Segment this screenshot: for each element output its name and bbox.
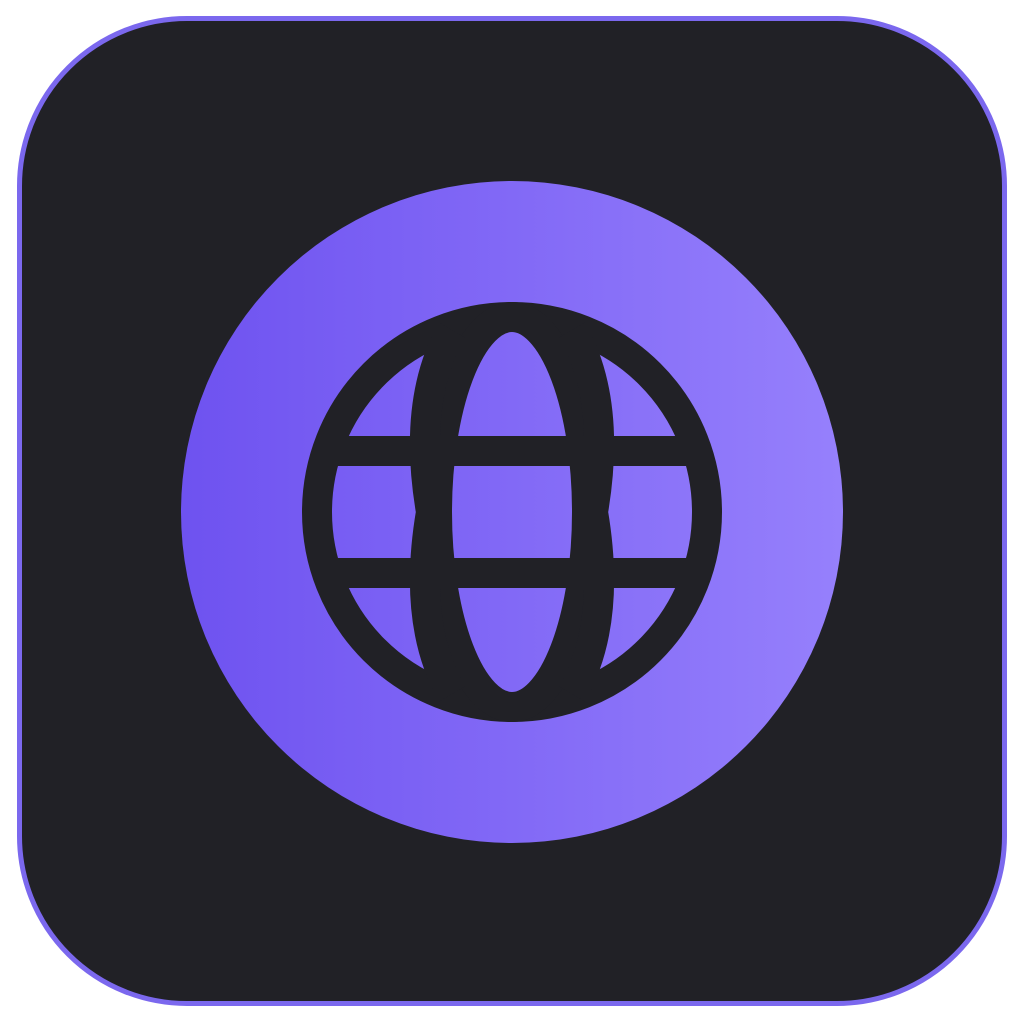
globe-emblem	[181, 181, 843, 843]
app-icon-stage	[0, 0, 1024, 1024]
purple-disc	[181, 181, 843, 843]
